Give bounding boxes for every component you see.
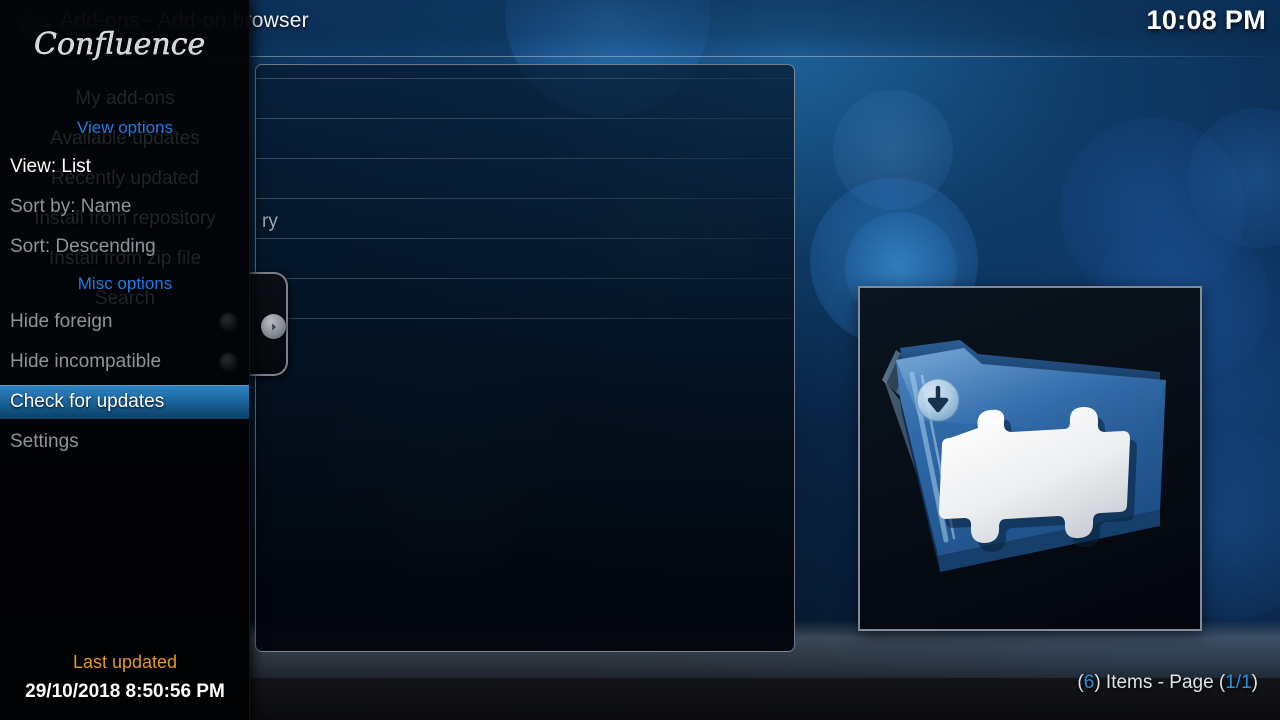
- addon-repository-icon: [858, 286, 1202, 631]
- panel-pullout-tab[interactable]: [248, 272, 288, 376]
- items-page-mid: ) Items - Page (: [1094, 672, 1226, 693]
- last-updated-value: 29/10/2018 8:50:56 PM: [25, 681, 225, 702]
- items-page-status: (6) Items - Page (1/1): [1077, 672, 1258, 694]
- option-sort-by-label: Sort by: Name: [10, 196, 132, 217]
- option-hide-incompatible-label: Hide incompatible: [10, 351, 162, 372]
- option-view-list-label: View: List: [10, 156, 91, 177]
- addon-list-panel[interactable]: ry: [255, 64, 795, 652]
- option-check-for-updates[interactable]: Check for updates: [0, 385, 249, 419]
- option-settings[interactable]: Settings: [0, 425, 249, 459]
- last-updated-label: Last updated: [72, 652, 178, 672]
- items-count: 6: [1083, 672, 1095, 693]
- addon-icon-art: [882, 340, 1166, 572]
- option-sort-order[interactable]: Sort: Descending: [0, 230, 249, 264]
- options-sidebar: My add-ons Available updates Recently up…: [0, 0, 250, 720]
- option-hide-incompatible[interactable]: Hide incompatible: [0, 345, 249, 379]
- list-row-label-partial: ry: [262, 211, 278, 232]
- option-settings-label: Settings: [10, 431, 79, 452]
- option-view-list[interactable]: View: List: [0, 150, 249, 184]
- option-hide-foreign-label: Hide foreign: [10, 311, 113, 332]
- page-value: 1/1: [1225, 672, 1252, 693]
- skin-logo: Confluence: [32, 22, 222, 62]
- option-sort-by[interactable]: Sort by: Name: [0, 190, 249, 224]
- toggle-hide-incompatible[interactable]: [219, 352, 238, 372]
- option-hide-foreign[interactable]: Hide foreign: [0, 305, 249, 339]
- svg-text:Confluence: Confluence: [34, 27, 205, 62]
- option-check-for-updates-label: Check for updates: [10, 391, 165, 412]
- ghost-menu-item-my-addons: My add-ons: [75, 88, 175, 109]
- group-label-view-options: View options: [76, 118, 174, 137]
- items-paren-close: ): [1251, 672, 1258, 693]
- option-sort-order-label: Sort: Descending: [10, 236, 156, 257]
- toggle-hide-foreign[interactable]: [219, 312, 238, 332]
- group-label-misc-options: Misc options: [77, 274, 173, 293]
- chevron-right-icon[interactable]: [261, 314, 286, 339]
- kodi-addon-browser-screen: ry browser 10:08 PM My add-ons Available…: [0, 0, 1280, 720]
- clock: 10:08 PM: [1146, 5, 1266, 35]
